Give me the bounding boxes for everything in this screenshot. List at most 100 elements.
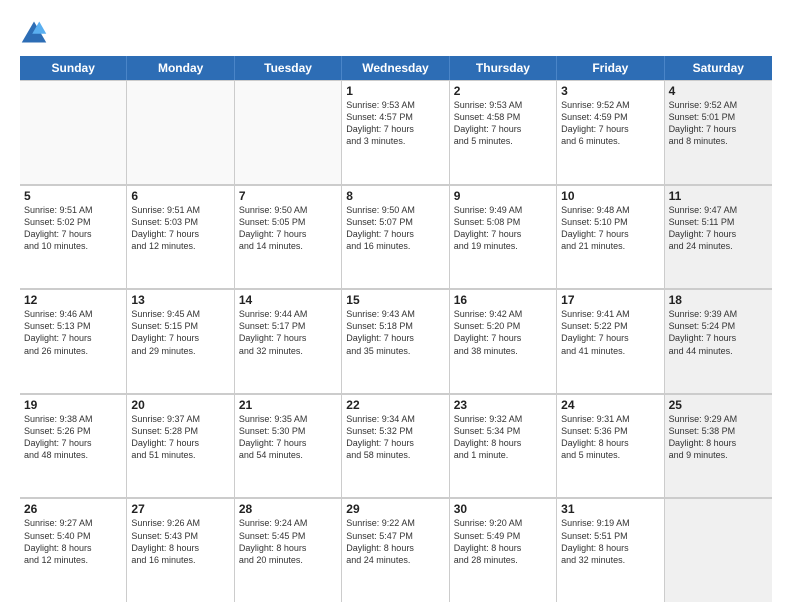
day-number: 27	[131, 502, 229, 516]
calendar-cell: 10Sunrise: 9:48 AM Sunset: 5:10 PM Dayli…	[557, 185, 664, 289]
weekday-header: Monday	[127, 56, 234, 80]
cell-info: Sunrise: 9:34 AM Sunset: 5:32 PM Dayligh…	[346, 413, 444, 462]
day-number: 20	[131, 398, 229, 412]
cell-info: Sunrise: 9:29 AM Sunset: 5:38 PM Dayligh…	[669, 413, 768, 462]
cell-info: Sunrise: 9:27 AM Sunset: 5:40 PM Dayligh…	[24, 517, 122, 566]
calendar-cell: 2Sunrise: 9:53 AM Sunset: 4:58 PM Daylig…	[450, 80, 557, 184]
calendar-week: 26Sunrise: 9:27 AM Sunset: 5:40 PM Dayli…	[20, 498, 772, 602]
day-number: 9	[454, 189, 552, 203]
cell-info: Sunrise: 9:35 AM Sunset: 5:30 PM Dayligh…	[239, 413, 337, 462]
calendar-cell	[665, 498, 772, 602]
day-number: 15	[346, 293, 444, 307]
calendar-cell: 8Sunrise: 9:50 AM Sunset: 5:07 PM Daylig…	[342, 185, 449, 289]
cell-info: Sunrise: 9:20 AM Sunset: 5:49 PM Dayligh…	[454, 517, 552, 566]
calendar-cell: 18Sunrise: 9:39 AM Sunset: 5:24 PM Dayli…	[665, 289, 772, 393]
calendar-cell: 3Sunrise: 9:52 AM Sunset: 4:59 PM Daylig…	[557, 80, 664, 184]
day-number: 8	[346, 189, 444, 203]
calendar-week: 5Sunrise: 9:51 AM Sunset: 5:02 PM Daylig…	[20, 185, 772, 290]
cell-info: Sunrise: 9:42 AM Sunset: 5:20 PM Dayligh…	[454, 308, 552, 357]
day-number: 31	[561, 502, 659, 516]
calendar-week: 1Sunrise: 9:53 AM Sunset: 4:57 PM Daylig…	[20, 80, 772, 185]
day-number: 5	[24, 189, 122, 203]
calendar-cell: 21Sunrise: 9:35 AM Sunset: 5:30 PM Dayli…	[235, 394, 342, 498]
calendar-cell: 1Sunrise: 9:53 AM Sunset: 4:57 PM Daylig…	[342, 80, 449, 184]
weekday-header: Thursday	[450, 56, 557, 80]
weekday-header: Wednesday	[342, 56, 449, 80]
cell-info: Sunrise: 9:38 AM Sunset: 5:26 PM Dayligh…	[24, 413, 122, 462]
day-number: 3	[561, 84, 659, 98]
day-number: 25	[669, 398, 768, 412]
cell-info: Sunrise: 9:52 AM Sunset: 4:59 PM Dayligh…	[561, 99, 659, 148]
day-number: 14	[239, 293, 337, 307]
weekday-header: Tuesday	[235, 56, 342, 80]
day-number: 21	[239, 398, 337, 412]
cell-info: Sunrise: 9:45 AM Sunset: 5:15 PM Dayligh…	[131, 308, 229, 357]
cell-info: Sunrise: 9:53 AM Sunset: 4:58 PM Dayligh…	[454, 99, 552, 148]
calendar-cell: 7Sunrise: 9:50 AM Sunset: 5:05 PM Daylig…	[235, 185, 342, 289]
calendar-cell: 9Sunrise: 9:49 AM Sunset: 5:08 PM Daylig…	[450, 185, 557, 289]
calendar-cell: 13Sunrise: 9:45 AM Sunset: 5:15 PM Dayli…	[127, 289, 234, 393]
day-number: 29	[346, 502, 444, 516]
cell-info: Sunrise: 9:19 AM Sunset: 5:51 PM Dayligh…	[561, 517, 659, 566]
cell-info: Sunrise: 9:31 AM Sunset: 5:36 PM Dayligh…	[561, 413, 659, 462]
cell-info: Sunrise: 9:49 AM Sunset: 5:08 PM Dayligh…	[454, 204, 552, 253]
calendar-cell: 31Sunrise: 9:19 AM Sunset: 5:51 PM Dayli…	[557, 498, 664, 602]
cell-info: Sunrise: 9:48 AM Sunset: 5:10 PM Dayligh…	[561, 204, 659, 253]
calendar-cell: 22Sunrise: 9:34 AM Sunset: 5:32 PM Dayli…	[342, 394, 449, 498]
calendar-cell: 15Sunrise: 9:43 AM Sunset: 5:18 PM Dayli…	[342, 289, 449, 393]
calendar-cell: 11Sunrise: 9:47 AM Sunset: 5:11 PM Dayli…	[665, 185, 772, 289]
header	[20, 18, 772, 46]
day-number: 2	[454, 84, 552, 98]
cell-info: Sunrise: 9:37 AM Sunset: 5:28 PM Dayligh…	[131, 413, 229, 462]
day-number: 26	[24, 502, 122, 516]
day-number: 19	[24, 398, 122, 412]
calendar-cell: 6Sunrise: 9:51 AM Sunset: 5:03 PM Daylig…	[127, 185, 234, 289]
day-number: 4	[669, 84, 768, 98]
cell-info: Sunrise: 9:51 AM Sunset: 5:02 PM Dayligh…	[24, 204, 122, 253]
day-number: 13	[131, 293, 229, 307]
calendar-cell: 30Sunrise: 9:20 AM Sunset: 5:49 PM Dayli…	[450, 498, 557, 602]
calendar: SundayMondayTuesdayWednesdayThursdayFrid…	[20, 56, 772, 602]
cell-info: Sunrise: 9:44 AM Sunset: 5:17 PM Dayligh…	[239, 308, 337, 357]
calendar-week: 19Sunrise: 9:38 AM Sunset: 5:26 PM Dayli…	[20, 394, 772, 499]
cell-info: Sunrise: 9:39 AM Sunset: 5:24 PM Dayligh…	[669, 308, 768, 357]
calendar-cell	[235, 80, 342, 184]
calendar-cell: 25Sunrise: 9:29 AM Sunset: 5:38 PM Dayli…	[665, 394, 772, 498]
logo	[20, 18, 54, 46]
cell-info: Sunrise: 9:43 AM Sunset: 5:18 PM Dayligh…	[346, 308, 444, 357]
day-number: 7	[239, 189, 337, 203]
day-number: 30	[454, 502, 552, 516]
calendar-cell: 20Sunrise: 9:37 AM Sunset: 5:28 PM Dayli…	[127, 394, 234, 498]
day-number: 6	[131, 189, 229, 203]
day-number: 10	[561, 189, 659, 203]
calendar-cell: 14Sunrise: 9:44 AM Sunset: 5:17 PM Dayli…	[235, 289, 342, 393]
cell-info: Sunrise: 9:50 AM Sunset: 5:05 PM Dayligh…	[239, 204, 337, 253]
calendar-cell: 24Sunrise: 9:31 AM Sunset: 5:36 PM Dayli…	[557, 394, 664, 498]
day-number: 28	[239, 502, 337, 516]
cell-info: Sunrise: 9:22 AM Sunset: 5:47 PM Dayligh…	[346, 517, 444, 566]
page: SundayMondayTuesdayWednesdayThursdayFrid…	[0, 0, 792, 612]
calendar-cell: 16Sunrise: 9:42 AM Sunset: 5:20 PM Dayli…	[450, 289, 557, 393]
calendar-cell: 17Sunrise: 9:41 AM Sunset: 5:22 PM Dayli…	[557, 289, 664, 393]
calendar-cell	[20, 80, 127, 184]
cell-info: Sunrise: 9:50 AM Sunset: 5:07 PM Dayligh…	[346, 204, 444, 253]
day-number: 11	[669, 189, 768, 203]
weekday-header: Saturday	[665, 56, 772, 80]
calendar-cell: 27Sunrise: 9:26 AM Sunset: 5:43 PM Dayli…	[127, 498, 234, 602]
calendar-week: 12Sunrise: 9:46 AM Sunset: 5:13 PM Dayli…	[20, 289, 772, 394]
weekday-header: Friday	[557, 56, 664, 80]
day-number: 17	[561, 293, 659, 307]
cell-info: Sunrise: 9:47 AM Sunset: 5:11 PM Dayligh…	[669, 204, 768, 253]
calendar-cell: 29Sunrise: 9:22 AM Sunset: 5:47 PM Dayli…	[342, 498, 449, 602]
calendar-cell: 19Sunrise: 9:38 AM Sunset: 5:26 PM Dayli…	[20, 394, 127, 498]
calendar-cell: 5Sunrise: 9:51 AM Sunset: 5:02 PM Daylig…	[20, 185, 127, 289]
day-number: 1	[346, 84, 444, 98]
day-number: 24	[561, 398, 659, 412]
logo-icon	[20, 18, 48, 46]
cell-info: Sunrise: 9:51 AM Sunset: 5:03 PM Dayligh…	[131, 204, 229, 253]
cell-info: Sunrise: 9:26 AM Sunset: 5:43 PM Dayligh…	[131, 517, 229, 566]
day-number: 22	[346, 398, 444, 412]
cell-info: Sunrise: 9:53 AM Sunset: 4:57 PM Dayligh…	[346, 99, 444, 148]
calendar-cell: 12Sunrise: 9:46 AM Sunset: 5:13 PM Dayli…	[20, 289, 127, 393]
calendar-cell: 28Sunrise: 9:24 AM Sunset: 5:45 PM Dayli…	[235, 498, 342, 602]
